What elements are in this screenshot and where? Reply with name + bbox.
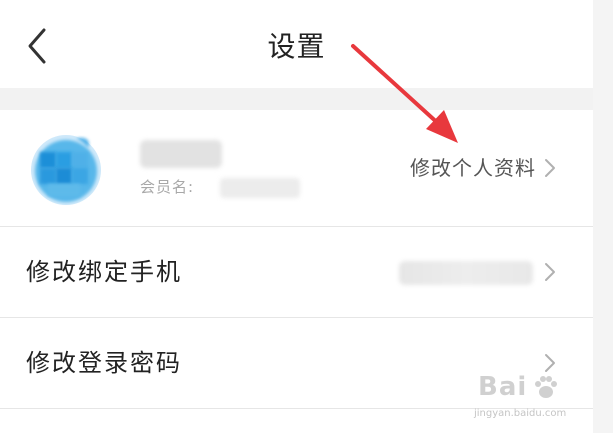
member-id-redacted xyxy=(220,178,300,198)
edit-profile-link[interactable]: 修改个人资料 xyxy=(410,152,536,181)
change-phone-label: 修改绑定手机 xyxy=(26,258,182,286)
avatar xyxy=(30,134,102,206)
change-password-row[interactable]: 修改登录密码 xyxy=(0,318,593,408)
chevron-right-icon xyxy=(545,159,555,177)
member-label: 会员名: xyxy=(140,178,195,196)
chevron-right-icon xyxy=(545,354,555,372)
change-password-label: 修改登录密码 xyxy=(26,349,182,377)
top-bar: 设置 xyxy=(0,0,613,88)
settings-screen: 设置 会员名: 修改个人资料 修改绑定手机 修改登录密码 Bai jingyan… xyxy=(0,0,613,433)
chevron-right-icon xyxy=(545,263,555,281)
section-gap xyxy=(0,88,613,110)
member-name-redacted xyxy=(140,140,222,168)
change-phone-row[interactable]: 修改绑定手机 xyxy=(0,227,593,317)
profile-row[interactable]: 会员名: 修改个人资料 xyxy=(0,110,593,226)
scroll-gutter xyxy=(593,0,613,433)
page-title: 设置 xyxy=(267,30,326,63)
phone-number-redacted xyxy=(399,261,533,285)
divider xyxy=(0,408,593,409)
watermark-url: jingyan.baidu.com xyxy=(474,408,567,419)
